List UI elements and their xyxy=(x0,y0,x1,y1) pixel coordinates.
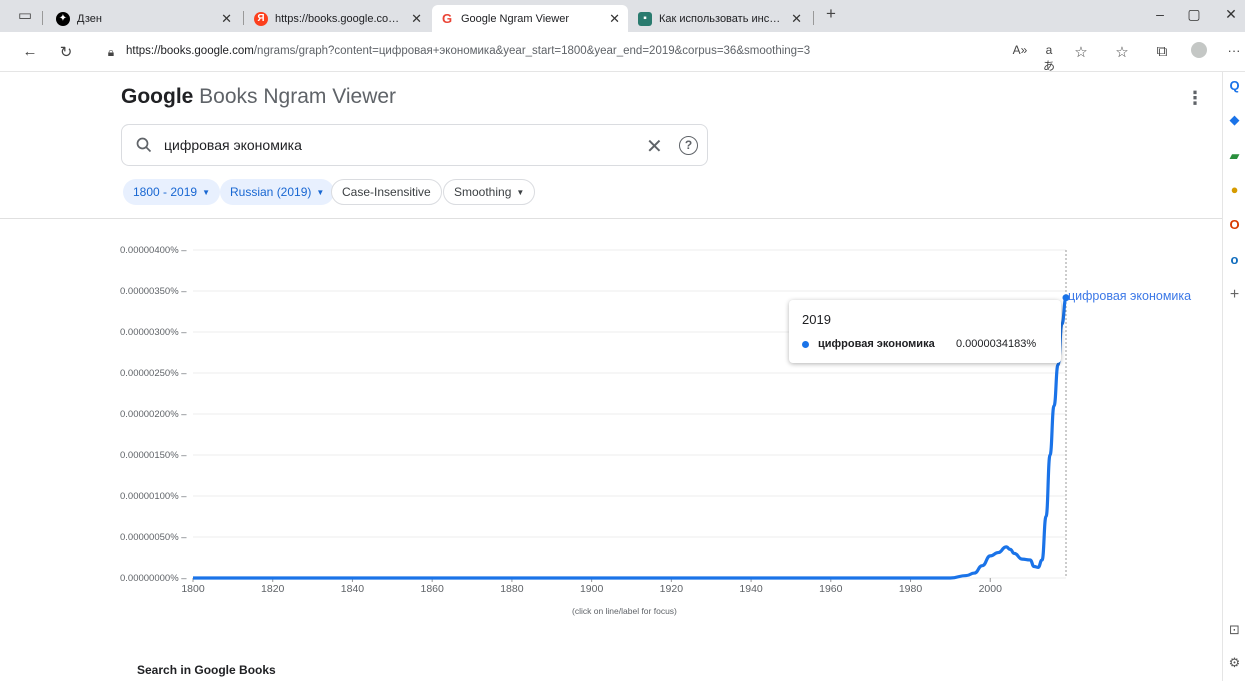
y-tick-label: 0.00000050% – xyxy=(120,532,187,543)
sidebar-settings-icon[interactable]: ⚙ xyxy=(1227,655,1242,670)
y-tick-label: 0.00000300% – xyxy=(120,327,187,338)
office-icon[interactable]: O xyxy=(1227,217,1242,232)
x-tick-label: 1980 xyxy=(899,583,923,595)
series-dot-icon xyxy=(802,341,809,348)
click-hint: (click on line/label for focus) xyxy=(572,606,677,616)
close-window-icon[interactable]: ✕ xyxy=(1221,6,1241,23)
x-tick-label: 2000 xyxy=(979,583,1003,595)
x-tick-label: 1820 xyxy=(261,583,285,595)
x-tick-label: 1800 xyxy=(181,583,205,595)
games-icon[interactable]: ● xyxy=(1227,182,1242,197)
x-tick-label: 1900 xyxy=(580,583,604,595)
tooltip-series-name: цифровая экономика xyxy=(818,338,935,350)
tools-icon[interactable]: ▰ xyxy=(1227,148,1242,163)
y-tick-label: 0.00000100% – xyxy=(120,491,187,502)
add-sidebar-icon[interactable]: + xyxy=(1227,287,1242,303)
hide-sidebar-icon[interactable]: ⊡ xyxy=(1227,622,1242,637)
y-tick-label: 0.00000350% – xyxy=(120,286,187,297)
search-icon[interactable]: Q xyxy=(1227,78,1242,93)
tooltip-value: 0.0000034183% xyxy=(956,338,1037,350)
data-tooltip: 2019 цифровая экономика 0.0000034183% xyxy=(789,300,1061,363)
x-tick-label: 1960 xyxy=(819,583,843,595)
y-tick-label: 0.00000200% – xyxy=(120,409,187,420)
y-tick-label: 0.00000250% – xyxy=(120,368,187,379)
tooltip-year: 2019 xyxy=(802,312,831,327)
search-in-books-heading: Search in Google Books xyxy=(137,663,276,677)
y-tick-label: 0.00000400% – xyxy=(120,245,187,256)
more-icon[interactable]: ··· xyxy=(1225,43,1243,58)
shopping-icon[interactable]: ◆ xyxy=(1227,112,1242,127)
x-tick-label: 1920 xyxy=(660,583,684,595)
x-tick-label: 1860 xyxy=(420,583,444,595)
series-label[interactable]: цифровая экономика xyxy=(1068,289,1191,303)
edge-sidebar: Q ◆ ▰ ● O o + ⊡ ⚙ xyxy=(1222,72,1245,681)
x-tick-label: 1940 xyxy=(739,583,763,595)
x-tick-label: 1840 xyxy=(341,583,365,595)
y-tick-label: 0.00000000% – xyxy=(120,573,187,584)
y-tick-label: 0.00000150% – xyxy=(120,450,187,461)
x-tick-label: 1880 xyxy=(500,583,524,595)
outlook-icon[interactable]: o xyxy=(1227,252,1242,267)
